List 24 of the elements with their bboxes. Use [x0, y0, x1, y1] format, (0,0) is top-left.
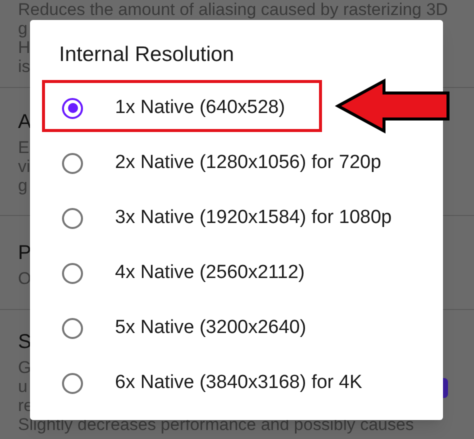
dialog-title: Internal Resolution	[59, 42, 234, 68]
option-label: 3x Native (1920x1584) for 1080p	[115, 206, 392, 230]
setting-title: A	[18, 110, 32, 134]
setting-title: S	[18, 330, 32, 354]
setting-title: P	[18, 241, 32, 265]
option-label: 6x Native (3840x3168) for 4K	[115, 370, 362, 395]
radio-button[interactable]	[62, 372, 83, 394]
radio-button[interactable]	[62, 208, 83, 228]
radio-button[interactable]	[62, 262, 83, 284]
arrow-icon	[334, 78, 452, 134]
option-label: 5x Native (3200x2640)	[115, 316, 306, 340]
resolution-option[interactable]: 5x Native (3200x2640)	[30, 306, 310, 350]
radio-button[interactable]	[62, 152, 83, 174]
option-label: 4x Native (2560x2112)	[115, 260, 305, 285]
resolution-option[interactable]: 4x Native (2560x2112)	[30, 251, 309, 295]
option-label: 1x Native (640x528)	[115, 96, 286, 120]
toggle-icon	[443, 378, 448, 398]
radio-button[interactable]	[62, 98, 83, 118]
option-label: 2x Native (1280x1056) for 720p	[115, 150, 382, 175]
radio-button[interactable]	[62, 318, 83, 338]
resolution-option[interactable]: 3x Native (1920x1584) for 1080p	[30, 196, 396, 240]
resolution-option[interactable]: 2x Native (1280x1056) for 720p	[30, 141, 386, 185]
resolution-option[interactable]: 6x Native (3840x3168) for 4K	[30, 361, 366, 405]
resolution-option[interactable]: 1x Native (640x528)	[30, 86, 290, 130]
